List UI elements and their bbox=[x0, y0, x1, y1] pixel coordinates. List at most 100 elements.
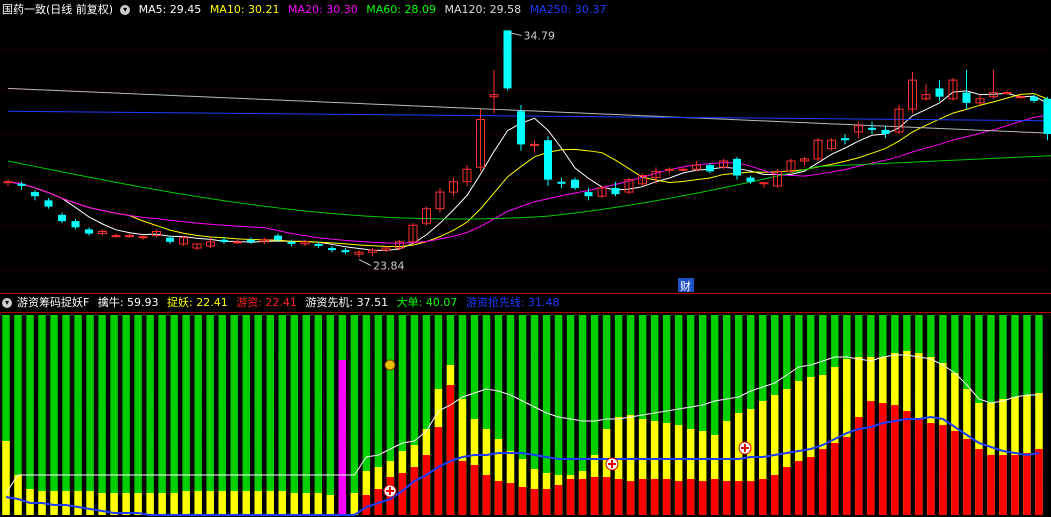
indicator-bar-red bbox=[686, 479, 695, 515]
indicator-bar-green bbox=[266, 315, 274, 515]
candle-body bbox=[881, 129, 890, 135]
indicator-bar-green bbox=[98, 315, 106, 515]
indicator-bar-red bbox=[542, 489, 551, 515]
ma20-label: MA20: 30.30 bbox=[288, 3, 358, 16]
candle-body bbox=[111, 235, 121, 238]
indicator-bar-red bbox=[831, 443, 839, 515]
indicator-bar-yellow bbox=[158, 493, 166, 515]
chevron-down-icon[interactable]: ▾ bbox=[2, 298, 12, 308]
low-price-label: 23.84 bbox=[373, 260, 405, 273]
indicator-bar-red bbox=[650, 479, 659, 515]
indicator-bar-red bbox=[867, 401, 875, 515]
indicator-title[interactable]: 游资筹码捉妖F bbox=[17, 296, 89, 309]
indicator-bar-red bbox=[903, 411, 911, 515]
high-price-label: 34.79 bbox=[524, 30, 556, 43]
candle-body bbox=[1043, 98, 1051, 135]
indicator-bar-yellow bbox=[350, 493, 359, 515]
chart-canvas: 34.79 23.84 财 bbox=[0, 30, 1051, 516]
indicator-bar-red bbox=[494, 481, 503, 515]
indicator-bar-red bbox=[674, 481, 683, 515]
indicator-bar-green bbox=[170, 315, 178, 515]
money-bag-icon bbox=[384, 359, 396, 371]
buy-signal-icon-v bbox=[611, 460, 613, 468]
candle-body bbox=[584, 192, 593, 197]
candle-body bbox=[746, 177, 755, 182]
indicator-bar-green bbox=[302, 315, 311, 515]
panel-separator bbox=[0, 293, 1051, 294]
buy-signal-icon-v bbox=[389, 487, 391, 495]
indicator-bar-yellow bbox=[134, 493, 142, 515]
indicator-bar-red bbox=[1011, 455, 1019, 515]
indicator-bar-yellow bbox=[194, 491, 202, 515]
indicator-bar-yellow bbox=[206, 491, 214, 515]
ma60-line bbox=[7, 155, 1051, 220]
candle-body bbox=[58, 214, 66, 222]
candle-body bbox=[935, 88, 944, 97]
indicator-bar-red bbox=[578, 479, 587, 515]
candle-body bbox=[166, 237, 174, 242]
indicator-bar-red bbox=[614, 479, 623, 515]
candle-body bbox=[841, 138, 849, 141]
candle-body bbox=[678, 168, 688, 171]
candle-body bbox=[733, 158, 741, 176]
indicator-bar-yellow bbox=[2, 441, 10, 515]
chevron-down-icon[interactable]: ▾ bbox=[120, 5, 131, 15]
indicator-bar-red bbox=[795, 461, 803, 515]
indicator-bar-red bbox=[843, 437, 851, 515]
indicator-bar-yellow bbox=[146, 493, 154, 515]
indicator-dadan: 大单: 40.07 bbox=[396, 296, 458, 309]
indicator-bar-green bbox=[158, 315, 166, 515]
indicator-bar-red bbox=[710, 479, 719, 515]
candle-body bbox=[706, 165, 714, 172]
indicator-bar-red bbox=[951, 431, 959, 515]
indicator-bar-yellow bbox=[230, 491, 238, 515]
indicator-bar-yellow bbox=[170, 493, 178, 515]
indicator-bar-green bbox=[230, 315, 238, 515]
indicator-bar-red bbox=[987, 455, 995, 515]
candle-body bbox=[17, 183, 26, 186]
indicator-bar-red bbox=[734, 481, 743, 515]
indicator-qinniu: 擒牛: 59.93 bbox=[97, 296, 159, 309]
indicator-bar-red bbox=[662, 479, 671, 515]
indicator-bar-red bbox=[518, 487, 527, 515]
indicator-zhuoyao: 捉妖: 22.41 bbox=[167, 296, 228, 309]
indicator-bar-red bbox=[554, 485, 563, 515]
indicator-bar-yellow bbox=[242, 491, 250, 515]
indicator-bars bbox=[2, 315, 1043, 515]
indicator-bar-green bbox=[122, 315, 130, 515]
indicator-bar-green bbox=[254, 315, 262, 515]
candle-body bbox=[3, 181, 13, 184]
candle-body bbox=[220, 239, 228, 242]
indicator-bar-green bbox=[134, 315, 142, 515]
price-panel-header: 国药一致(日线 前复权) ▾ MA5: 29.45 MA10: 30.21 MA2… bbox=[0, 2, 611, 18]
indicator-bar-green bbox=[278, 315, 286, 515]
candle-body bbox=[1030, 96, 1038, 101]
candle-body bbox=[287, 241, 296, 244]
price-annotations: 34.79 23.84 财 bbox=[358, 30, 694, 293]
ma250-label: MA250: 30.37 bbox=[529, 3, 607, 16]
indicator-bar-green bbox=[242, 315, 250, 515]
ma60-label: MA60: 28.09 bbox=[366, 3, 436, 16]
indicator-bar-red bbox=[530, 489, 539, 515]
indicator-bar-green bbox=[194, 315, 202, 515]
indicator-bar-green bbox=[146, 315, 154, 515]
indicator-bar-red bbox=[470, 465, 479, 515]
indicator-bar-yellow bbox=[182, 491, 190, 515]
indicator-bar-red bbox=[879, 403, 887, 515]
candle-body bbox=[233, 241, 242, 244]
indicator-bar-green bbox=[62, 315, 70, 515]
indicator-bar-yellow bbox=[86, 491, 94, 515]
stock-title[interactable]: 国药一致(日线 前复权) bbox=[2, 3, 113, 16]
indicator-bar-red bbox=[819, 449, 827, 515]
indicator-panel-header: ▾ 游资筹码捉妖F 擒牛: 59.93 捉妖: 22.41 游资: 22.41 游… bbox=[0, 295, 565, 311]
indicator-bar-green bbox=[50, 315, 58, 515]
candle-body bbox=[611, 187, 620, 195]
indicator-bar-green bbox=[110, 315, 118, 515]
indicator-bar-green bbox=[38, 315, 46, 515]
indicator-bar-red bbox=[1023, 453, 1031, 515]
indicator-bar-red bbox=[722, 481, 731, 515]
indicator-bar-yellow bbox=[266, 491, 274, 515]
candle-body bbox=[571, 179, 579, 188]
indicator-bar-red bbox=[590, 477, 599, 515]
candle-body bbox=[328, 248, 336, 251]
